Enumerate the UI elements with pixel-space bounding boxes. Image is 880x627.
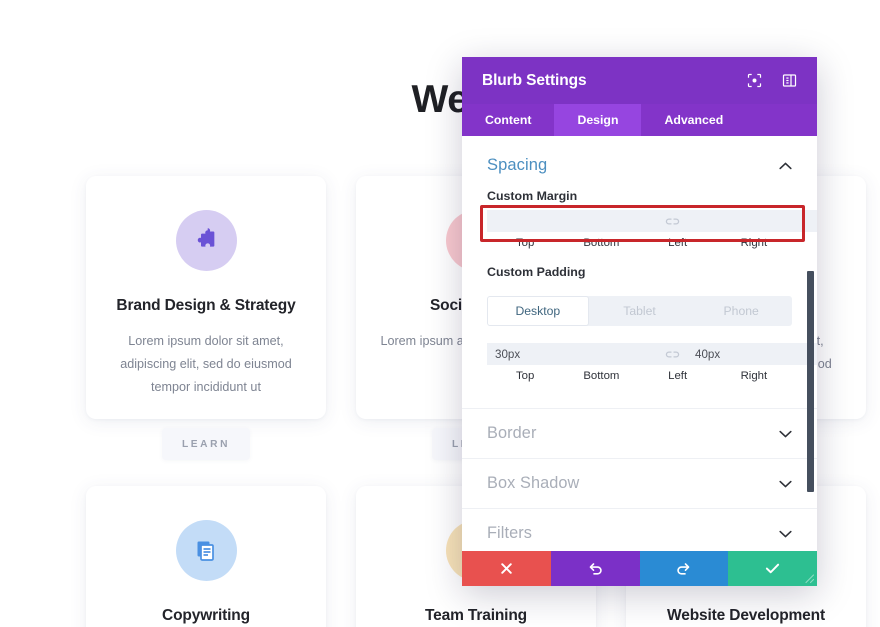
custom-margin-label: Custom Margin bbox=[487, 189, 578, 203]
caption-bottom: Bottom bbox=[583, 370, 620, 382]
accordion-box-shadow[interactable]: Box Shadow bbox=[462, 458, 817, 508]
chevron-down-icon[interactable] bbox=[778, 429, 792, 439]
caption-left: Left bbox=[668, 370, 688, 382]
learn-button[interactable]: LEARN bbox=[162, 428, 250, 460]
device-tablet-button[interactable]: Tablet bbox=[589, 296, 691, 326]
modal-scrollbar-thumb[interactable] bbox=[807, 271, 814, 492]
undo-arrow-icon bbox=[588, 561, 603, 576]
redo-arrow-icon bbox=[676, 561, 691, 576]
service-card-brand-design[interactable]: Brand Design & Strategy Lorem ipsum dolo… bbox=[86, 176, 326, 419]
accordion-border[interactable]: Border bbox=[462, 408, 817, 458]
redo-button[interactable] bbox=[639, 551, 729, 586]
card-title: Website Development bbox=[667, 607, 825, 624]
check-icon bbox=[765, 562, 780, 575]
chevron-up-icon[interactable] bbox=[778, 161, 792, 171]
padding-bottom-input[interactable] bbox=[687, 343, 817, 365]
tab-advanced[interactable]: Advanced bbox=[641, 104, 746, 136]
custom-padding-field-group bbox=[462, 343, 817, 365]
margin-bottom-input[interactable] bbox=[687, 210, 817, 232]
card-title: Team Training bbox=[425, 607, 527, 624]
accordion-filters[interactable]: Filters bbox=[462, 508, 817, 551]
resize-grip-icon[interactable] bbox=[803, 572, 815, 584]
device-phone-button[interactable]: Phone bbox=[690, 296, 792, 326]
chevron-down-icon[interactable] bbox=[778, 479, 792, 489]
caption-top: Top bbox=[515, 370, 535, 382]
screen-root: We Brand Design & Strategy Lorem ipsum d… bbox=[0, 0, 880, 627]
blurb-settings-modal: Blurb Settings Content Design Advanced S… bbox=[462, 57, 817, 586]
device-breakpoint-toggle: Desktop Tablet Phone bbox=[487, 296, 792, 326]
caption-left: Left bbox=[668, 237, 688, 249]
caption-right: Right bbox=[740, 237, 768, 249]
custom-margin-field-group bbox=[462, 205, 817, 242]
margin-top-bottom-group bbox=[487, 210, 817, 232]
spacing-section-header[interactable]: Spacing bbox=[462, 136, 817, 189]
accordion-title: Border bbox=[487, 424, 537, 442]
link-top-bottom-icon[interactable] bbox=[657, 343, 687, 365]
padding-top-input[interactable] bbox=[487, 343, 657, 365]
custom-padding-label: Custom Padding bbox=[487, 265, 586, 279]
caption-top: Top bbox=[515, 237, 535, 249]
puzzle-piece-icon bbox=[175, 210, 237, 271]
panel-layout-icon[interactable] bbox=[781, 73, 797, 89]
accordion-title: Filters bbox=[487, 524, 533, 542]
focus-expand-icon[interactable] bbox=[746, 73, 762, 89]
cancel-button[interactable] bbox=[462, 551, 551, 586]
accordion-title: Box Shadow bbox=[487, 474, 580, 492]
spacing-section-title: Spacing bbox=[487, 156, 548, 174]
modal-header: Blurb Settings bbox=[462, 57, 817, 104]
device-desktop-button[interactable]: Desktop bbox=[487, 296, 589, 326]
service-card-copywriting[interactable]: Copywriting bbox=[86, 486, 326, 627]
undo-button[interactable] bbox=[550, 551, 640, 586]
modal-body: Spacing Custom Margin Top Bottom Left Ri… bbox=[462, 136, 817, 551]
modal-title: Blurb Settings bbox=[482, 71, 587, 89]
documents-icon bbox=[175, 520, 237, 581]
custom-margin-captions: Top Bottom Left Right bbox=[462, 232, 817, 249]
caption-bottom: Bottom bbox=[583, 237, 620, 249]
chevron-down-icon[interactable] bbox=[778, 529, 792, 539]
link-top-bottom-icon[interactable] bbox=[657, 210, 687, 232]
modal-tab-bar: Content Design Advanced bbox=[462, 104, 817, 136]
tab-design[interactable]: Design bbox=[554, 104, 642, 136]
card-description: Lorem ipsum dolor sit amet, adipiscing e… bbox=[120, 334, 292, 394]
custom-padding-captions: Top Bottom Left Right bbox=[462, 365, 817, 382]
modal-scrollbar-track[interactable] bbox=[805, 136, 814, 551]
tab-content[interactable]: Content bbox=[462, 104, 554, 136]
modal-header-actions bbox=[746, 73, 797, 89]
padding-top-bottom-group bbox=[487, 343, 817, 365]
card-title: Copywriting bbox=[162, 607, 250, 624]
save-button[interactable] bbox=[728, 551, 817, 586]
settings-scroll-content: Spacing Custom Margin Top Bottom Left Ri… bbox=[462, 136, 817, 551]
close-x-icon bbox=[500, 562, 513, 575]
card-title: Brand Design & Strategy bbox=[116, 297, 296, 314]
modal-footer-actions bbox=[462, 551, 817, 586]
caption-right: Right bbox=[740, 370, 768, 382]
margin-top-input[interactable] bbox=[487, 210, 657, 232]
